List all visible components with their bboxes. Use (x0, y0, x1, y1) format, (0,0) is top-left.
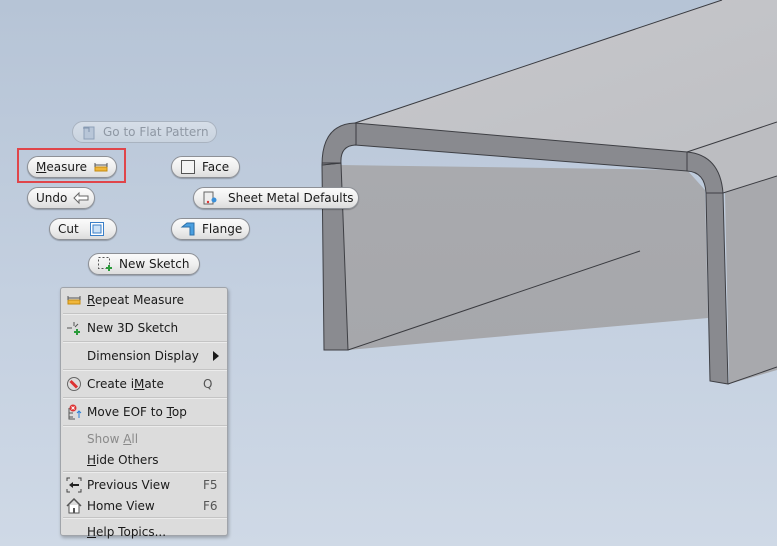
menu-item-dimension-display[interactable]: Dimension Display (61, 344, 227, 368)
menu-separator (63, 517, 227, 519)
new-sketch-button[interactable]: New Sketch (88, 253, 200, 275)
menu-item-label: New 3D Sketch (87, 321, 179, 335)
go-to-flat-pattern-label: Go to Flat Pattern (103, 125, 209, 139)
menu-item-new-3d-sketch[interactable]: New 3D Sketch (61, 316, 227, 340)
menu-item-label: Dimension Display (87, 349, 199, 363)
ruler-icon (61, 292, 87, 308)
menu-separator (63, 425, 227, 427)
menu-separator (63, 313, 227, 315)
home-view-icon (61, 497, 87, 514)
menu-separator (63, 341, 227, 343)
menu-item-label: Repeat Measure (87, 293, 185, 307)
menu-item-label: Create iMate (87, 377, 164, 391)
menu-item-label: Hide Others (87, 452, 159, 467)
menu-item-show-all[interactable]: Show All (61, 428, 227, 449)
menu-item-shortcut: F6 (203, 498, 218, 513)
menu-item-create-imate[interactable]: Create iMate Q (61, 372, 227, 396)
menu-separator (63, 397, 227, 399)
cut-button[interactable]: Cut (49, 218, 117, 240)
sheet-metal-defaults-icon (202, 190, 218, 206)
menu-item-label: Move EOF to Top (87, 405, 187, 419)
flange-icon (180, 221, 196, 237)
menu-item-shortcut: F5 (203, 477, 218, 492)
ruler-icon (93, 159, 109, 175)
menu-item-help-topics[interactable]: Help Topics... (61, 520, 227, 544)
flat-pattern-icon (81, 124, 97, 140)
measure-button[interactable]: Measure (27, 156, 117, 178)
menu-item-shortcut: Q (203, 377, 213, 391)
move-eof-icon (61, 404, 87, 420)
new-3d-sketch-icon (61, 320, 87, 336)
menu-item-label: Help Topics... (87, 525, 167, 539)
menu-separator (63, 471, 227, 473)
cut-label: Cut (58, 222, 79, 236)
face-button[interactable]: Face (171, 156, 240, 178)
menu-item-label: Show All (87, 431, 139, 446)
sheet-metal-defaults-button[interactable]: Sheet Metal Defaults (193, 187, 359, 209)
undo-button[interactable]: Undo (27, 187, 95, 209)
face-label: Face (202, 160, 230, 174)
right-flange-face (725, 176, 777, 384)
previous-view-icon (61, 477, 87, 493)
new-sketch-label: New Sketch (119, 257, 190, 271)
menu-item-label: Previous View (87, 477, 171, 492)
cut-icon (89, 221, 105, 237)
imate-icon (61, 376, 87, 392)
submenu-arrow-icon (213, 351, 219, 361)
menu-item-home-view[interactable]: Home View F6 (61, 495, 227, 516)
menu-item-repeat-measure[interactable]: Repeat Measure (61, 288, 227, 312)
menu-item-previous-view[interactable]: Previous View F5 (61, 474, 227, 495)
undo-arrow-icon (73, 190, 89, 206)
menu-item-label: Home View (87, 498, 155, 513)
measure-label: Measure (36, 160, 88, 174)
right-flange-edge (705, 192, 729, 385)
go-to-flat-pattern-button[interactable]: Go to Flat Pattern (72, 121, 217, 143)
menu-item-move-eof-to-top[interactable]: Move EOF to Top (61, 400, 227, 424)
menu-item-hide-others[interactable]: Hide Others (61, 449, 227, 470)
flange-label: Flange (202, 222, 243, 236)
undo-label: Undo (36, 191, 68, 205)
flange-button[interactable]: Flange (171, 218, 250, 240)
new-sketch-icon (97, 256, 113, 272)
menu-separator (63, 369, 227, 371)
context-menu: Repeat Measure New 3D Sketch Dimension D… (60, 287, 228, 539)
inner-face (340, 165, 708, 350)
sheet-metal-defaults-label: Sheet Metal Defaults (228, 191, 354, 205)
face-icon (180, 159, 196, 175)
